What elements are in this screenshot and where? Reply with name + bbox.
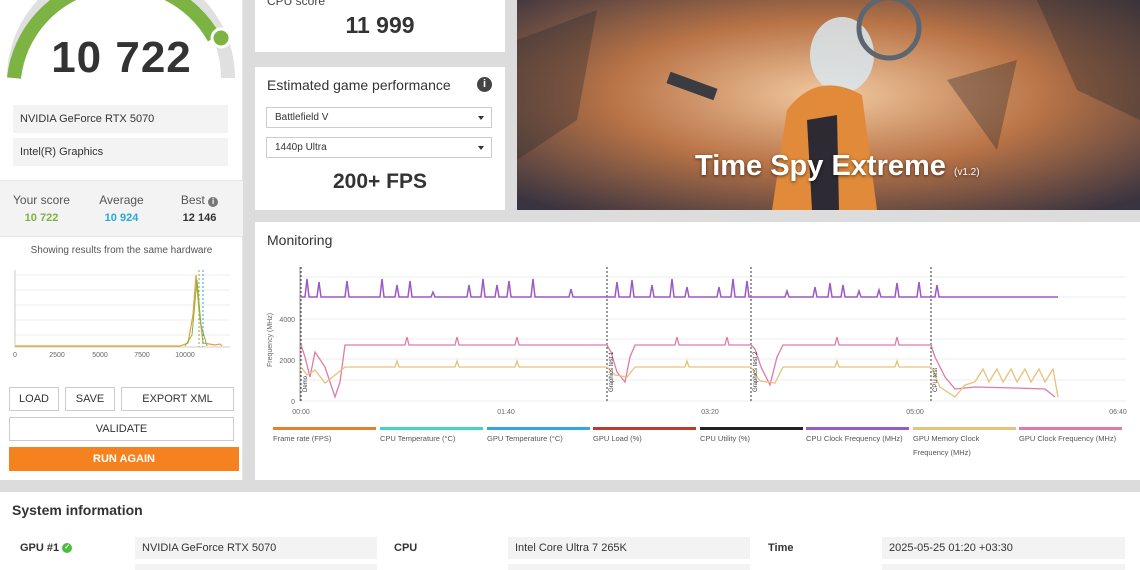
legend-item[interactable]: CPU Temperature (°C) xyxy=(380,427,483,446)
legend-label: Frame rate (FPS) xyxy=(273,434,332,443)
validate-button[interactable]: VALIDATE xyxy=(9,417,234,441)
x-tick: 05:00 xyxy=(906,409,924,416)
legend-label: CPU Utility (%) xyxy=(700,434,750,443)
system-info-title: System information xyxy=(12,502,143,518)
check-icon: ✓ xyxy=(62,543,73,554)
monitoring-panel: Monitoring Demo Graphics test 1 Graphics… xyxy=(255,222,1140,480)
benchmark-title: Time Spy Extreme (v1.2) xyxy=(695,150,980,183)
legend-label: GPU Temperature (°C) xyxy=(487,434,563,443)
benchmark-name: Time Spy Extreme xyxy=(695,150,946,182)
legend-label: GPU Clock Frequency (MHz) xyxy=(1019,434,1117,443)
game-performance-card: Estimated game performance i Battlefield… xyxy=(255,67,505,210)
score-panel: 10 722 NVIDIA GeForce RTX 5070 Intel(R) … xyxy=(0,0,243,480)
best-label: Best xyxy=(180,193,205,207)
phase-label-demo: Demo xyxy=(303,375,309,392)
run-again-button[interactable]: RUN AGAIN xyxy=(9,447,239,471)
your-score-label: Your score xyxy=(13,193,70,207)
legend-item[interactable]: Frame rate (FPS) xyxy=(273,427,376,446)
dist-tick: 0 xyxy=(13,352,17,359)
cpu-score-value: 11 999 xyxy=(345,12,415,38)
y-axis-label: Frequency (MHz) xyxy=(267,313,274,367)
average-label: Average xyxy=(99,193,144,207)
average-value: 10 924 xyxy=(104,212,139,224)
your-score-value: 10 722 xyxy=(24,212,59,224)
info-icon[interactable]: i xyxy=(477,77,492,92)
chevron-down-icon xyxy=(478,146,484,150)
x-tick: 06:40 xyxy=(1109,409,1127,416)
legend-item[interactable]: GPU Clock Frequency (MHz) xyxy=(1019,427,1122,446)
your-score: Your score 10 722 xyxy=(8,193,75,224)
dist-tick: 7500 xyxy=(134,352,150,359)
legend-label: CPU Clock Frequency (MHz) xyxy=(806,434,903,443)
overall-score: 10 722 xyxy=(51,33,192,82)
phase-label-gt2: Graphics test 2 xyxy=(753,351,759,392)
estimated-fps: 200+ FPS xyxy=(333,170,427,193)
cpu-value: Intel Core Ultra 7 265K xyxy=(508,537,750,559)
legend-label: CPU Temperature (°C) xyxy=(380,434,456,443)
benchmark-version: (v1.2) xyxy=(953,167,980,178)
hardware-item-gpu: NVIDIA GeForce RTX 5070 xyxy=(13,105,228,133)
score-comparison: Your score 10 722 Average 10 924 Best i … xyxy=(0,180,243,237)
best-value: 12 146 xyxy=(182,212,217,224)
info-icon[interactable]: i xyxy=(208,197,219,207)
legend-item[interactable]: GPU Load (%) xyxy=(593,427,696,446)
x-tick: 00:00 xyxy=(292,409,310,416)
phase-label-cpu: CPU test xyxy=(933,368,939,392)
dist-tick: 10000 xyxy=(175,352,195,359)
load-button[interactable]: LOAD xyxy=(9,387,59,411)
gpu-key-label: GPU #1 xyxy=(20,542,60,554)
dist-tick: 5000 xyxy=(92,352,108,359)
x-tick: 03:20 xyxy=(701,409,719,416)
legend-swatch xyxy=(806,427,909,430)
time-value: 2025-05-25 01:20 +03:30 xyxy=(882,537,1125,559)
legend-swatch xyxy=(913,427,1016,430)
y-tick: 4000 xyxy=(279,317,295,324)
legend-swatch xyxy=(700,427,803,430)
best-label-row: Best i xyxy=(166,193,233,207)
legend-swatch xyxy=(380,427,483,430)
time-key: Time xyxy=(768,542,794,554)
legend-item[interactable]: GPU Memory Clock Frequency (MHz) xyxy=(913,427,1016,460)
legend-swatch xyxy=(487,427,590,430)
hardware-item-igpu: Intel(R) Graphics xyxy=(13,138,228,166)
legend-item[interactable]: GPU Temperature (°C) xyxy=(487,427,590,446)
average-score: Average 10 924 xyxy=(88,193,155,224)
resolution-select-value: 1440p Ultra xyxy=(275,142,327,153)
system-information-panel: System information GPU #1 ✓ NVIDIA GeForc… xyxy=(0,492,1140,570)
legend-swatch xyxy=(273,427,376,430)
cpu-score-card: CPU score 11 999 xyxy=(255,0,505,52)
x-tick: 01:40 xyxy=(497,409,515,416)
cpu-score-label: CPU score xyxy=(267,0,326,8)
score-distribution-chart: 0 2500 5000 7500 10000 xyxy=(13,270,230,359)
game-select-value: Battlefield V xyxy=(275,112,329,123)
cpu-key: CPU xyxy=(394,542,418,554)
game-select[interactable]: Battlefield V xyxy=(266,107,492,128)
info-row xyxy=(508,564,750,570)
gpu-key: GPU #1 ✓ xyxy=(20,542,73,554)
y-tick: 0 xyxy=(291,399,295,406)
dist-tick: 2500 xyxy=(49,352,65,359)
legend-item[interactable]: CPU Clock Frequency (MHz) xyxy=(806,427,909,446)
resolution-select[interactable]: 1440p Ultra xyxy=(266,137,492,158)
chevron-down-icon xyxy=(478,116,484,120)
save-button[interactable]: SAVE xyxy=(65,387,115,411)
benchmark-hero-image: Time Spy Extreme (v1.2) xyxy=(517,0,1140,210)
legend-item[interactable]: CPU Utility (%) xyxy=(700,427,803,446)
monitoring-title: Monitoring xyxy=(267,232,333,248)
legend-swatch xyxy=(593,427,696,430)
y-tick: 2000 xyxy=(279,358,295,365)
legend-swatch xyxy=(1019,427,1122,430)
info-row xyxy=(882,564,1125,570)
gpu-value: NVIDIA GeForce RTX 5070 xyxy=(135,537,377,559)
monitoring-chart: Demo Graphics test 1 Graphics test 2 CPU… xyxy=(267,267,1127,416)
phase-label-gt1: Graphics test 1 xyxy=(609,351,615,392)
info-row xyxy=(135,564,377,570)
best-score: Best i 12 146 xyxy=(166,193,233,224)
export-xml-button[interactable]: EXPORT XML xyxy=(121,387,234,411)
legend-label: GPU Memory Clock Frequency (MHz) xyxy=(913,434,980,457)
distribution-caption: Showing results from the same hardware xyxy=(30,245,213,256)
game-performance-title: Estimated game performance xyxy=(267,77,451,93)
legend-label: GPU Load (%) xyxy=(593,434,642,443)
